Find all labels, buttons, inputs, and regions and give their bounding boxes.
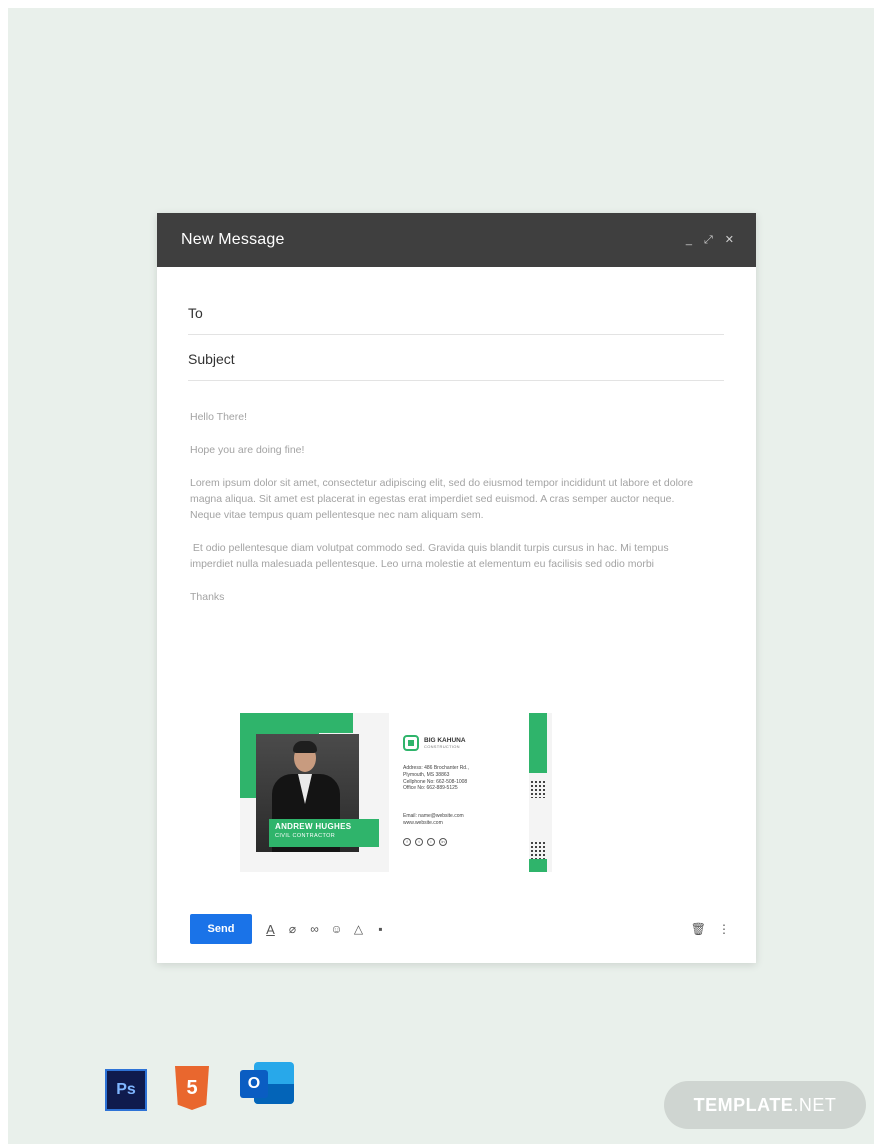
signature-nameplate: ANDREW HUGHES CIVIL CONTRACTOR xyxy=(269,819,379,847)
signature-dot-pattern xyxy=(530,780,546,798)
link-icon[interactable]: ∞ xyxy=(308,922,321,936)
more-options-icon[interactable]: ⋮ xyxy=(718,922,730,936)
signature-address: Address: 486 Brochanter Rd., Plymouth, M… xyxy=(403,765,469,792)
html5-icon: 5 xyxy=(175,1066,209,1110)
body-closing: Thanks xyxy=(190,591,225,603)
body-greeting: Hello There! xyxy=(190,411,248,423)
message-body[interactable]: Hello There! Hope you are doing fine! Lo… xyxy=(190,409,705,622)
close-icon[interactable]: ✕ xyxy=(725,234,734,246)
social-icons: f t i in xyxy=(403,838,447,846)
send-button[interactable]: Send xyxy=(190,914,252,944)
compose-toolbar: Send A ⌀ ∞ ☺ △ ▪ 🗑 ⋮ xyxy=(190,914,730,944)
signature-accent-bar xyxy=(529,859,547,872)
format-text-icon[interactable]: A xyxy=(264,922,277,937)
page-background: New Message _ ⤢ ✕ To Subject Hello There… xyxy=(8,8,874,1144)
signature-name: ANDREW HUGHES xyxy=(275,822,352,831)
email-signature: ANDREW HUGHES CIVIL CONTRACTOR BIG KAHUN… xyxy=(240,713,552,872)
signature-accent-bar xyxy=(529,713,547,773)
toolbar-right: 🗑 ⋮ xyxy=(691,922,730,936)
compose-titlebar: New Message _ ⤢ ✕ xyxy=(157,213,756,267)
trash-icon[interactable]: 🗑 xyxy=(691,922,706,936)
compose-window: New Message _ ⤢ ✕ To Subject Hello There… xyxy=(157,213,756,963)
template-net-logo: TEMPLATE .NET xyxy=(664,1081,866,1129)
signature-details: BIG KAHUNA CONSTRUCTION Address: 486 Bro… xyxy=(389,713,529,872)
signature-email: Email: name@website.com xyxy=(403,813,464,819)
signature-dot-pattern xyxy=(530,841,546,859)
formatting-tools: A ⌀ ∞ ☺ △ ▪ xyxy=(264,922,387,937)
window-controls: _ ⤢ ✕ xyxy=(686,234,734,246)
compose-title: New Message xyxy=(181,231,285,248)
body-paragraph-2: Et odio pellentesque diam volutpat commo… xyxy=(190,542,672,570)
expand-icon[interactable]: ⤢ xyxy=(704,234,713,246)
company-logo: BIG KAHUNA CONSTRUCTION xyxy=(403,735,466,751)
photoshop-icon: Ps xyxy=(105,1069,147,1111)
instagram-icon[interactable]: i xyxy=(427,838,435,846)
to-field: To xyxy=(188,291,724,335)
signature-website: www.website.com xyxy=(403,819,443,826)
company-name: BIG KAHUNA xyxy=(424,737,466,744)
company-logo-icon xyxy=(403,735,419,751)
drive-icon[interactable]: △ xyxy=(352,922,365,936)
outlook-icon: O xyxy=(240,1060,294,1106)
minimize-icon[interactable]: _ xyxy=(686,234,692,246)
twitter-icon[interactable]: t xyxy=(415,838,423,846)
signature-contact: Email: name@website.com www.website.com xyxy=(403,813,523,827)
facebook-icon[interactable]: f xyxy=(403,838,411,846)
photo-icon[interactable]: ▪ xyxy=(374,922,387,936)
emoji-icon[interactable]: ☺ xyxy=(330,922,343,936)
signature-accent-strip xyxy=(319,713,353,733)
subject-input[interactable] xyxy=(248,350,724,367)
linkedin-icon[interactable]: in xyxy=(439,838,447,846)
attach-icon[interactable]: ⌀ xyxy=(286,922,299,936)
to-input[interactable] xyxy=(248,304,724,321)
company-subtitle: CONSTRUCTION xyxy=(424,744,460,749)
subject-field: Subject xyxy=(188,337,724,381)
subject-label: Subject xyxy=(188,350,235,367)
signature-role: CIVIL CONTRACTOR xyxy=(275,833,336,839)
body-line: Hope you are doing fine! xyxy=(190,444,305,456)
body-paragraph-1: Lorem ipsum dolor sit amet, consectetur … xyxy=(190,477,694,521)
to-label: To xyxy=(188,304,203,321)
